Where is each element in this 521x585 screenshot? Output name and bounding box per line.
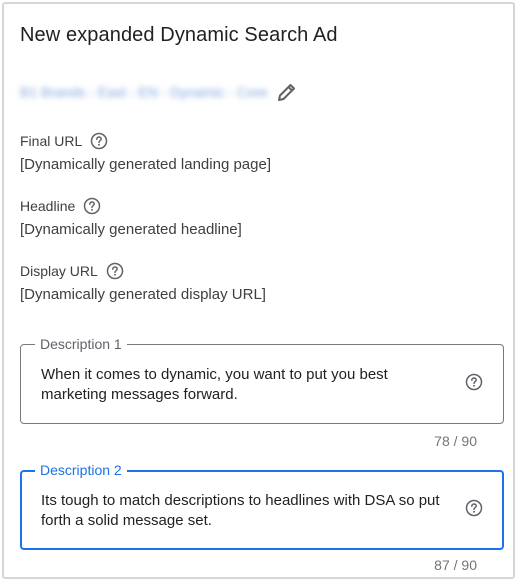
display-url-label-row: Display URL — [20, 262, 124, 280]
campaign-row: B1 Brands - East - EN - Dynamic - Core — [20, 80, 299, 104]
help-circle-icon[interactable] — [106, 262, 124, 280]
description-1-input[interactable]: When it comes to dynamic, you want to pu… — [41, 365, 446, 405]
headline-value: [Dynamically generated headline] — [20, 221, 242, 238]
help-circle-icon[interactable] — [465, 373, 483, 391]
description-2-label: Description 2 — [35, 461, 127, 479]
final-url-label-row: Final URL — [20, 132, 108, 150]
description-1-counter: 78 / 90 — [434, 433, 477, 449]
description-1-label: Description 1 — [35, 335, 127, 353]
display-url-label: Display URL — [20, 263, 98, 279]
help-circle-icon[interactable] — [465, 499, 483, 517]
help-circle-icon[interactable] — [90, 132, 108, 150]
description-2-field[interactable]: Description 2 Its tough to match descrip… — [20, 461, 504, 550]
dsa-card: New expanded Dynamic Search Ad B1 Brands… — [2, 2, 515, 579]
dialog-title: New expanded Dynamic Search Ad — [20, 24, 338, 46]
headline-label: Headline — [20, 198, 76, 214]
headline-label-row: Headline — [20, 197, 101, 215]
campaign-name: B1 Brands - East - EN - Dynamic - Core — [20, 84, 268, 100]
description-1-field[interactable]: Description 1 When it comes to dynamic, … — [20, 335, 504, 424]
display-url-value: [Dynamically generated display URL] — [20, 286, 266, 303]
help-circle-icon[interactable] — [83, 197, 101, 215]
final-url-label: Final URL — [20, 133, 83, 149]
description-2-input[interactable]: Its tough to match descriptions to headl… — [41, 491, 446, 531]
final-url-value: [Dynamically generated landing page] — [20, 156, 271, 173]
pencil-icon[interactable] — [275, 80, 299, 104]
description-2-counter: 87 / 90 — [434, 557, 477, 573]
